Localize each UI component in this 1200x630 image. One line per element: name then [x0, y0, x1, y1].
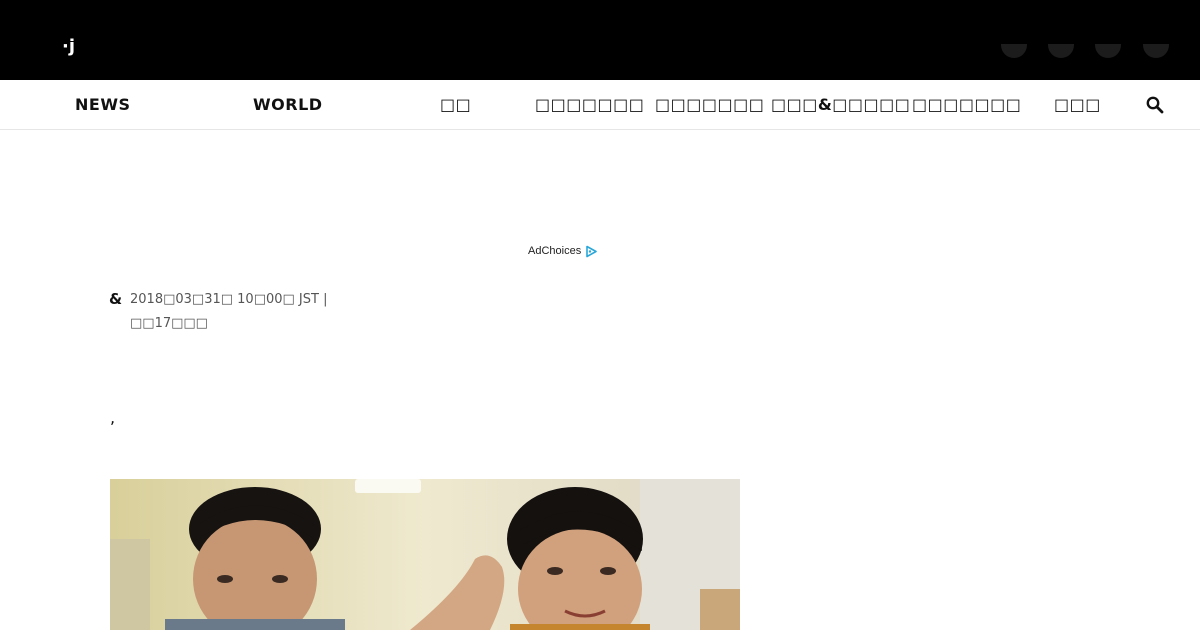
site-logo[interactable]: ·j: [62, 38, 90, 62]
adchoices-icon: [586, 245, 598, 257]
social-icon-4[interactable]: [1143, 44, 1169, 58]
nav-item-5[interactable]: □□□□□□□: [655, 80, 764, 130]
article-photo-illustration: [110, 479, 740, 630]
main-nav: NEWS WORLD □□ □□□□□□□ □□□□□□□ □□□&□□□□□ …: [0, 80, 1200, 130]
nav-item-7[interactable]: □□□□□□□: [912, 80, 1021, 130]
article-text-fragment: ,: [110, 408, 116, 427]
adchoices-link[interactable]: AdChoices: [528, 244, 598, 258]
adchoices-label: AdChoices: [528, 245, 582, 257]
article-date: 2018□03□31□ 10□00□ JST |: [130, 292, 328, 307]
social-icon-3[interactable]: [1095, 44, 1121, 58]
social-icon-2[interactable]: [1048, 44, 1074, 58]
byline-symbol: &: [109, 290, 123, 308]
nav-item-8[interactable]: □□□: [1054, 80, 1101, 130]
nav-item-6[interactable]: □□□&□□□□□: [771, 80, 910, 130]
article-subline: □□17□□□: [130, 316, 208, 331]
article-photo: [110, 479, 740, 630]
nav-item-3[interactable]: □□: [440, 80, 471, 130]
nav-item-world[interactable]: WORLD: [253, 80, 323, 130]
nav-item-4[interactable]: □□□□□□□: [535, 80, 644, 130]
social-icon-1[interactable]: [1001, 44, 1027, 58]
top-bar: ·j: [0, 0, 1200, 80]
search-icon[interactable]: [1145, 95, 1165, 115]
nav-item-news[interactable]: NEWS: [75, 80, 131, 130]
